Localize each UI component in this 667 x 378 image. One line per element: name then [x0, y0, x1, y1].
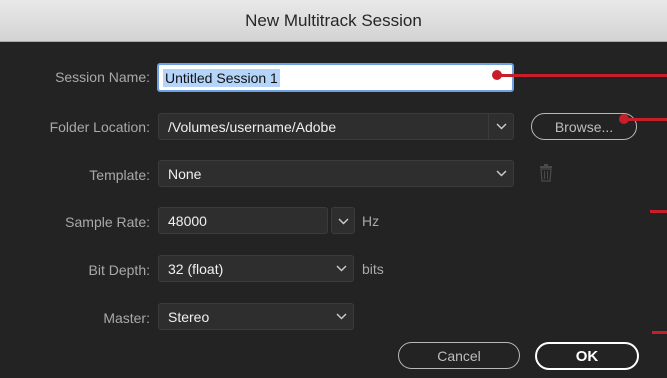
template-dropdown[interactable]: None [158, 160, 514, 187]
chevron-down-icon [329, 304, 353, 329]
annotation-line-session-name [497, 74, 667, 77]
bit-depth-unit: bits [362, 261, 384, 277]
cancel-button[interactable]: Cancel [398, 342, 520, 369]
ok-button[interactable]: OK [535, 342, 639, 370]
annotation-dot-browse [619, 114, 629, 124]
master-dropdown[interactable]: Stereo [158, 303, 354, 330]
sample-rate-dropdown-button[interactable] [331, 207, 355, 234]
chevron-down-icon [489, 161, 513, 186]
annotation-line-sample-rate [650, 210, 667, 213]
sample-rate-unit: Hz [362, 213, 380, 229]
dialog-title: New Multitrack Session [245, 10, 422, 30]
folder-location-label: Folder Location: [49, 119, 150, 135]
bit-depth-value: 32 (float) [168, 260, 224, 277]
bit-depth-dropdown[interactable]: 32 (float) [158, 255, 354, 282]
dialog-title-bar: New Multitrack Session [0, 0, 667, 42]
chevron-down-icon [338, 212, 349, 230]
chevron-down-icon [488, 114, 513, 139]
template-value: None [168, 165, 202, 182]
sample-rate-input[interactable]: 48000 [158, 207, 328, 234]
template-label: Template: [89, 167, 150, 183]
annotation-dot-session-name [492, 70, 502, 80]
annotation-line-ok [652, 331, 667, 334]
trash-icon[interactable] [539, 164, 553, 187]
folder-location-value: /Volumes/username/Adobe [168, 118, 337, 135]
bit-depth-label: Bit Depth: [88, 262, 150, 278]
sample-rate-value: 48000 [168, 212, 207, 229]
master-label: Master: [103, 310, 150, 326]
session-name-value: Untitled Session 1 [163, 68, 280, 87]
sample-rate-label: Sample Rate: [65, 214, 150, 230]
chevron-down-icon [329, 256, 353, 281]
session-name-label: Session Name: [55, 69, 150, 85]
master-value: Stereo [168, 308, 210, 325]
folder-location-dropdown[interactable]: /Volumes/username/Adobe [158, 113, 514, 140]
session-name-input[interactable]: Untitled Session 1 [157, 63, 514, 92]
